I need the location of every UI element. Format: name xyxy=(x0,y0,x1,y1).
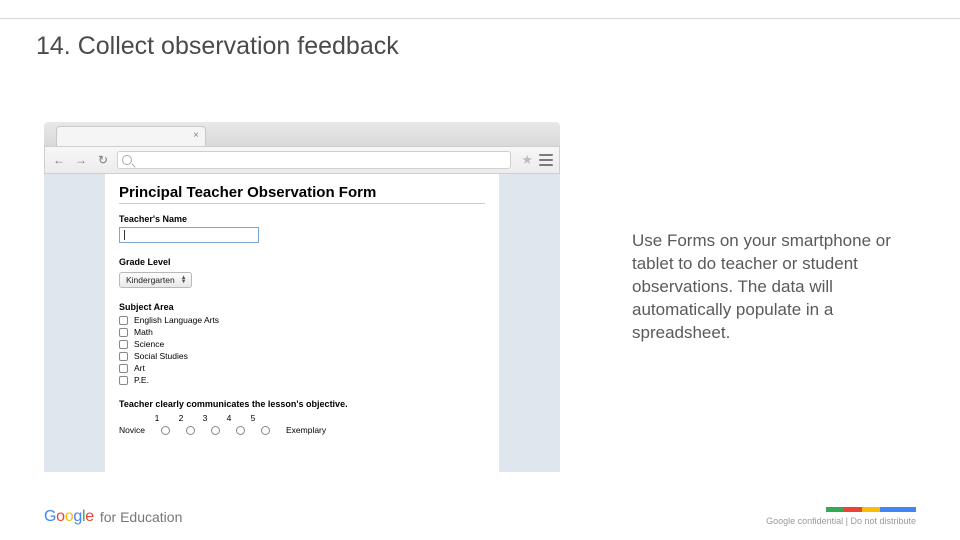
scale-radios: Novice Exemplary xyxy=(119,425,485,435)
form-page: Principal Teacher Observation Form Teach… xyxy=(104,174,500,472)
question-objective-label: Teacher clearly communicates the lesson'… xyxy=(119,399,485,409)
checkbox[interactable] xyxy=(119,328,128,337)
checkbox[interactable] xyxy=(119,340,128,349)
chevron-updown-icon: ▲▼ xyxy=(181,276,187,284)
question-teacher-name-label: Teacher's Name xyxy=(119,214,485,224)
browser-tabbar: × xyxy=(44,122,560,146)
page-gutter-right xyxy=(500,174,560,472)
browser-tab[interactable]: × xyxy=(56,126,206,146)
radio[interactable] xyxy=(161,426,170,435)
list-item: English Language Arts xyxy=(119,315,485,325)
scale-low-label: Novice xyxy=(119,425,145,435)
scale-num: 5 xyxy=(249,413,257,423)
list-item: Art xyxy=(119,363,485,373)
checkbox[interactable] xyxy=(119,316,128,325)
radio[interactable] xyxy=(211,426,220,435)
confidential-text: Google confidential | Do not distribute xyxy=(766,516,916,526)
teacher-name-field[interactable] xyxy=(119,227,259,243)
browser-toolbar: ← → ↻ ★ xyxy=(44,146,560,174)
list-item: Math xyxy=(119,327,485,337)
checkbox[interactable] xyxy=(119,364,128,373)
scale-num: 2 xyxy=(177,413,185,423)
checkbox-label: Social Studies xyxy=(134,351,188,361)
slide-body-text: Use Forms on your smartphone or tablet t… xyxy=(632,230,912,345)
subject-checklist: English Language Arts Math Science Socia… xyxy=(119,315,485,385)
page-gutter-left xyxy=(44,174,104,472)
question-subject-area-label: Subject Area xyxy=(119,302,485,312)
scale-num: 3 xyxy=(201,413,209,423)
brand-color-strip xyxy=(766,507,916,512)
browser-window: × ← → ↻ ★ Principal Teacher Observation … xyxy=(44,122,560,472)
grade-level-value: Kindergarten xyxy=(126,275,175,285)
grade-level-select[interactable]: Kindergarten ▲▼ xyxy=(119,272,192,288)
checkbox-label: Art xyxy=(134,363,145,373)
slide-heading: 14. Collect observation feedback xyxy=(36,32,399,61)
question-grade-level-label: Grade Level xyxy=(119,257,485,267)
scale-num: 4 xyxy=(225,413,233,423)
reload-button[interactable]: ↻ xyxy=(95,152,111,168)
slide-footer: Google for Education Google confidential… xyxy=(44,507,916,526)
bookmark-star-icon[interactable]: ★ xyxy=(521,152,533,168)
close-icon[interactable]: × xyxy=(193,130,199,141)
search-icon xyxy=(122,155,132,165)
scale-numbers: 1 2 3 4 5 xyxy=(153,413,485,423)
address-bar[interactable] xyxy=(117,151,511,169)
brand-suffix: for Education xyxy=(100,509,183,525)
checkbox[interactable] xyxy=(119,376,128,385)
checkbox[interactable] xyxy=(119,352,128,361)
menu-icon[interactable] xyxy=(539,154,553,166)
checkbox-label: English Language Arts xyxy=(134,315,219,325)
back-button[interactable]: ← xyxy=(51,152,67,168)
checkbox-label: P.E. xyxy=(134,375,149,385)
form-title: Principal Teacher Observation Form xyxy=(119,184,485,201)
list-item: Social Studies xyxy=(119,351,485,361)
scale-high-label: Exemplary xyxy=(286,425,326,435)
checkbox-label: Science xyxy=(134,339,164,349)
google-for-education-logo: Google for Education xyxy=(44,508,182,526)
forward-button[interactable]: → xyxy=(73,152,89,168)
list-item: P.E. xyxy=(119,375,485,385)
radio[interactable] xyxy=(261,426,270,435)
list-item: Science xyxy=(119,339,485,349)
radio[interactable] xyxy=(186,426,195,435)
scale-num: 1 xyxy=(153,413,161,423)
checkbox-label: Math xyxy=(134,327,153,337)
google-logo: Google xyxy=(44,508,94,526)
radio[interactable] xyxy=(236,426,245,435)
